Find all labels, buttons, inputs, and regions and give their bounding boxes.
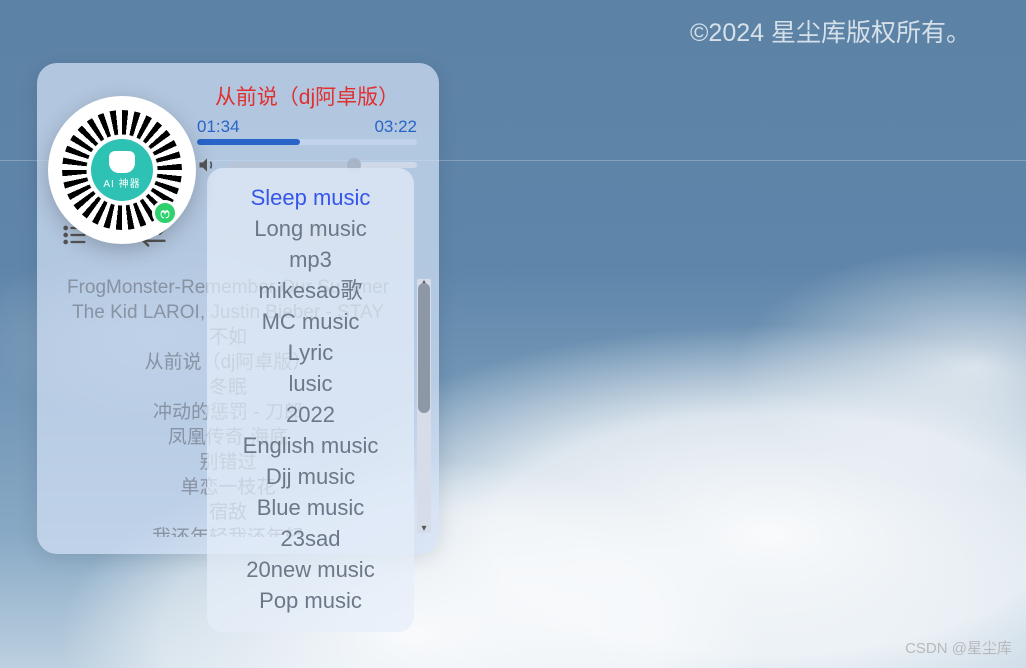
copyright-text: ©2024 星尘库版权所有。 xyxy=(690,13,971,49)
watermark-text: CSDN @星尘库 xyxy=(905,637,1012,658)
scrollbar-thumb[interactable] xyxy=(418,283,430,413)
category-item[interactable]: Sleep music xyxy=(207,182,414,213)
category-item[interactable]: Lyric xyxy=(207,337,414,368)
qr-center-icon xyxy=(109,151,135,173)
category-item[interactable]: lusic xyxy=(207,368,414,399)
category-item[interactable]: 2022 xyxy=(207,399,414,430)
qr-mini-program-badge: ෆ xyxy=(152,200,178,226)
scroll-down-arrow-icon[interactable]: ▾ xyxy=(417,523,431,535)
category-item[interactable]: mikesao歌 xyxy=(207,275,414,306)
progress-bar[interactable] xyxy=(197,139,417,145)
qr-center-label: AI 神器 xyxy=(103,175,140,190)
category-item[interactable]: Djj music xyxy=(207,461,414,492)
time-elapsed: 01:34 xyxy=(197,117,240,137)
time-duration: 03:22 xyxy=(374,117,417,137)
category-item[interactable]: mp3 xyxy=(207,244,414,275)
category-item[interactable]: English music xyxy=(207,430,414,461)
scrollbar-track[interactable]: ▴ ▾ xyxy=(417,279,431,533)
category-item[interactable]: Pop music xyxy=(207,585,414,616)
category-item[interactable]: 20new music xyxy=(207,554,414,585)
qr-center: AI 神器 xyxy=(91,139,153,201)
qr-badge[interactable]: AI 神器 ෆ xyxy=(48,96,196,244)
category-item[interactable]: Blue music xyxy=(207,492,414,523)
category-popup[interactable]: Sleep musicLong musicmp3mikesao歌MC music… xyxy=(207,168,414,632)
now-playing-title: 从前说（dj阿卓版） xyxy=(197,81,417,111)
progress-fill xyxy=(197,139,300,145)
category-item[interactable]: MC music xyxy=(207,306,414,337)
time-row: 01:34 03:22 xyxy=(197,117,417,137)
category-item[interactable]: 23sad xyxy=(207,523,414,554)
category-item[interactable]: Long music xyxy=(207,213,414,244)
